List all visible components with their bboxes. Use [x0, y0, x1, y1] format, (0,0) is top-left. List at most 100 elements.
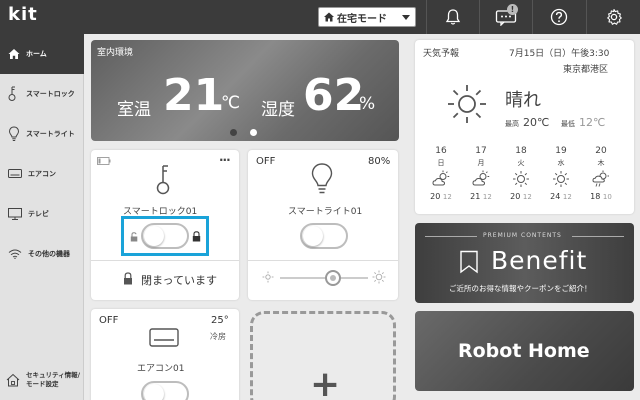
forecast-weekday: 水: [557, 159, 565, 167]
settings-button[interactable]: [586, 0, 640, 34]
dim-icon: [262, 271, 274, 283]
temperature-label: 室温: [117, 100, 151, 120]
aircon-card[interactable]: OFF 25° 冷房 エアコン01: [91, 309, 239, 400]
key-icon: [156, 165, 170, 195]
environment-card[interactable]: 室内環境 室温 21 ℃ 湿度 62 %: [91, 40, 399, 141]
forecast-high: 21: [470, 192, 481, 201]
lock-icon: [124, 272, 132, 285]
lock-toggle[interactable]: [141, 223, 189, 249]
weather-card[interactable]: 天気予報 7月15日（日）午後3:30 東京都港区 晴れ 最高 20℃ 最低 1…: [415, 40, 634, 214]
forecast-low: 12: [442, 193, 452, 201]
forecast-date: 16: [435, 146, 447, 156]
home-icon: [8, 49, 20, 59]
brightness-slider[interactable]: [280, 270, 368, 286]
robot-home-title: Robot Home: [458, 340, 590, 362]
sunny-icon: [553, 171, 569, 187]
gear-icon: [606, 8, 622, 25]
smartlight-name: スマートライト01: [288, 207, 363, 217]
sidebar-item-smartlock[interactable]: スマートロック: [0, 74, 84, 114]
forecast-low: 10: [602, 193, 612, 201]
environment-caption: 室内環境: [97, 48, 134, 58]
sidebar-item-label: エアコン: [28, 170, 56, 178]
sunny-icon: [513, 171, 529, 187]
forecast-high: 18: [590, 192, 601, 201]
unlock-icon: [130, 232, 138, 242]
min-temp-value: 12℃: [579, 116, 606, 129]
smartlight-card[interactable]: OFF 80% スマートライト01: [248, 150, 398, 300]
notification-button[interactable]: [426, 0, 478, 34]
smartlock-card[interactable]: ··· スマートロック01 閉まっています: [91, 150, 239, 300]
lock-status: 閉まっています: [141, 274, 218, 287]
benefit-title: Benefit: [491, 246, 588, 275]
sidebar-item-smartlight[interactable]: スマートライト: [0, 114, 84, 154]
chat-badge: !: [507, 4, 518, 15]
aircon-state: OFF: [99, 315, 119, 326]
rain-sun-icon: [592, 170, 609, 187]
max-temp-value: 20℃: [523, 116, 550, 129]
chevron-down-icon: [402, 15, 410, 20]
min-temp-label: 最低: [561, 120, 575, 128]
aircon-mode: 冷房: [210, 332, 226, 341]
help-button[interactable]: [532, 0, 584, 34]
slider-handle[interactable]: [324, 270, 341, 286]
forecast-day: 20 木 18 10: [585, 146, 617, 210]
humidity-unit: %: [359, 94, 376, 114]
forecast-date: 19: [555, 146, 567, 156]
forecast-weekday: 月: [477, 159, 485, 167]
forecast-weekday: 木: [597, 159, 605, 167]
robot-home-banner[interactable]: Robot Home: [415, 311, 634, 391]
carousel-dot-active[interactable]: [250, 129, 257, 136]
sidebar: ホーム スマートロック スマートライト エアコン テレビ その他の機器 セキュリ…: [0, 34, 84, 400]
slider-handle-dot: [329, 275, 336, 281]
sidebar-item-label: スマートロック: [26, 90, 75, 98]
sidebar-item-other-devices[interactable]: その他の機器: [0, 234, 84, 274]
divider: [248, 260, 398, 261]
weather-condition: 晴れ: [505, 90, 541, 111]
sidebar-item-tv[interactable]: テレビ: [0, 194, 84, 234]
sidebar-item-security[interactable]: セキュリティ情報/ モード設定: [0, 360, 84, 400]
forecast-weekday: 日: [437, 159, 445, 167]
forecast-weekday: 火: [517, 159, 525, 167]
toggle-knob: [144, 384, 164, 400]
wifi-icon: [8, 249, 22, 259]
sidebar-item-aircon[interactable]: エアコン: [0, 154, 84, 194]
max-temp-label: 最高: [505, 120, 519, 128]
sidebar-item-label: その他の機器: [28, 250, 70, 258]
humidity-value: 62: [303, 70, 365, 121]
sidebar-item-label: ホーム: [26, 50, 47, 58]
forecast-day: 18 火 20 12: [505, 146, 537, 210]
benefit-kicker: PREMIUM CONTENTS: [483, 232, 562, 239]
light-brightness: 80%: [368, 156, 391, 167]
bulb-icon: [311, 163, 333, 194]
mode-select[interactable]: 在宅モード: [318, 7, 416, 27]
key-icon: [8, 86, 16, 101]
forecast-temps: 20 12: [503, 192, 539, 201]
forecast-temps: 18 10: [583, 192, 619, 201]
humidity-label: 湿度: [261, 100, 295, 120]
more-menu-icon[interactable]: ···: [219, 153, 231, 167]
battery-icon: [97, 157, 111, 165]
carousel-dot[interactable]: [230, 129, 237, 136]
partly-cloudy-icon: [432, 170, 450, 186]
plus-icon: +: [310, 364, 341, 400]
forecast-temps: 24 12: [543, 192, 579, 201]
bookmark-icon: [460, 250, 478, 274]
aircon-icon: [8, 169, 22, 178]
aircon-toggle[interactable]: [141, 381, 189, 400]
forecast-high: 20: [430, 192, 441, 201]
aircon-icon: [149, 328, 179, 347]
mode-label: 在宅モード: [337, 13, 387, 25]
benefit-banner[interactable]: PREMIUM CONTENTS Benefit ご近所のお得な情報やクーポンを…: [415, 223, 634, 303]
toggle-knob: [144, 226, 164, 246]
forecast-date: 17: [475, 146, 487, 156]
tv-icon: [8, 208, 22, 220]
benefit-description: ご近所のお得な情報やクーポンをご紹介！: [449, 284, 592, 293]
light-toggle[interactable]: [300, 223, 348, 249]
sidebar-item-home[interactable]: ホーム: [0, 34, 84, 74]
temperature-value: 21: [163, 70, 225, 121]
security-label: セキュリティ情報/ モード設定: [26, 371, 80, 388]
bulb-icon: [8, 126, 20, 141]
forecast-low: 12: [482, 193, 492, 201]
add-device-card[interactable]: +: [250, 311, 396, 400]
chat-button[interactable]: !: [479, 0, 531, 34]
